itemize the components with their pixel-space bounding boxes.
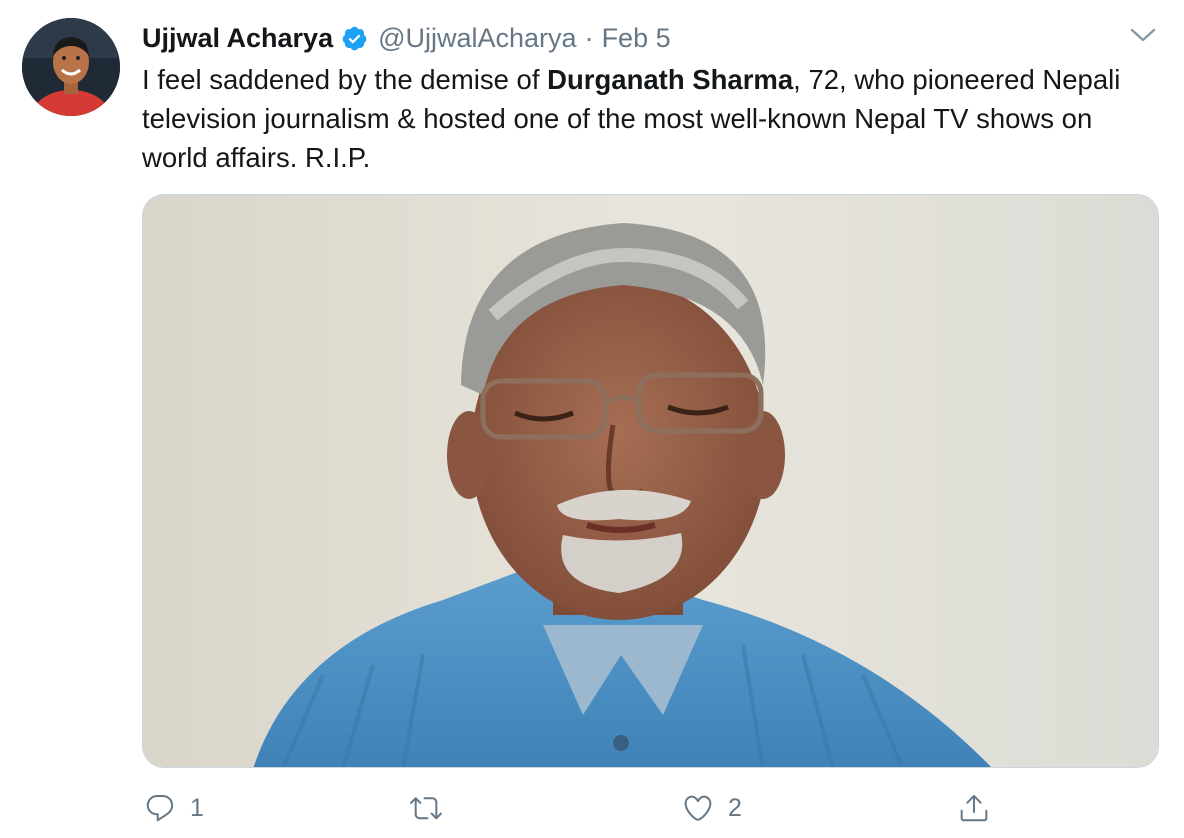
retweet-button[interactable]	[410, 786, 456, 830]
avatar-photo	[22, 18, 120, 116]
author-name[interactable]: Ujjwal Acharya	[142, 23, 333, 54]
chevron-down-icon[interactable]	[1128, 24, 1158, 46]
share-button[interactable]	[958, 786, 990, 830]
like-count: 2	[728, 793, 742, 822]
tweet-header: Ujjwal Acharya @UjjwalAcharya · Feb 5	[142, 20, 671, 56]
tweet-text: I feel saddened by the demise of Durgana…	[142, 60, 1162, 177]
retweet-icon	[410, 792, 442, 824]
header-separator: ·	[584, 22, 594, 53]
reply-count: 1	[190, 793, 204, 822]
like-button[interactable]: 2	[682, 786, 742, 830]
avatar[interactable]	[22, 18, 120, 116]
verified-badge-icon	[341, 25, 368, 52]
heart-icon	[682, 792, 714, 824]
tweet-text-intro: I feel saddened by the demise of	[142, 64, 548, 95]
tweet-card[interactable]: Ujjwal Acharya @UjjwalAcharya · Feb 5 I …	[0, 0, 1184, 838]
portrait-photo	[143, 195, 1158, 767]
author-handle[interactable]: @UjjwalAcharya	[378, 23, 576, 54]
tweet-actions: 1 2	[142, 786, 1162, 830]
tweet-media-image[interactable]	[142, 194, 1159, 768]
reply-icon	[144, 792, 176, 824]
reply-button[interactable]: 1	[144, 786, 204, 830]
tweet-date[interactable]: Feb 5	[602, 23, 671, 54]
tweet-text-highlight: Durganath Sharma	[547, 64, 794, 95]
share-icon	[958, 792, 990, 824]
